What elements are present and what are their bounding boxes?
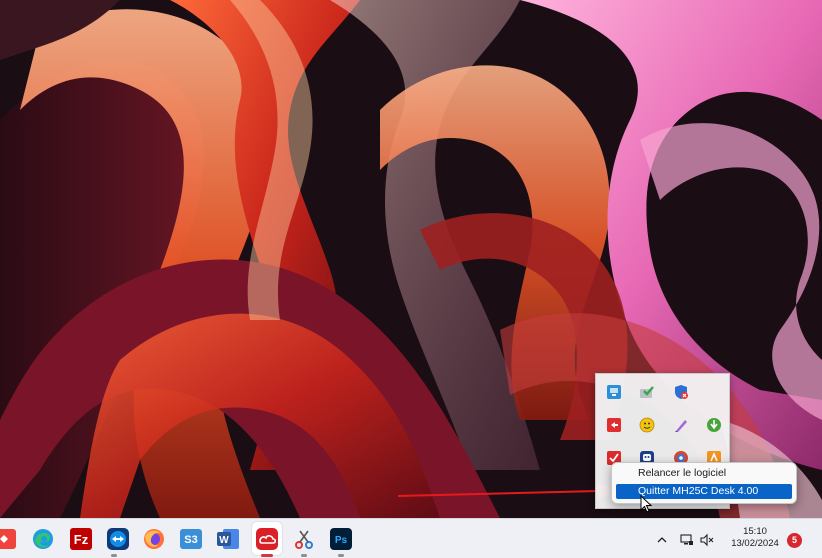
teamviewer-icon[interactable]	[106, 527, 130, 551]
yellow-smiley-icon[interactable]	[639, 417, 655, 433]
purple-pen-icon[interactable]	[673, 417, 689, 433]
firefox-icon[interactable]	[142, 527, 166, 551]
volume-muted-icon[interactable]	[700, 533, 714, 547]
shield-alert-icon[interactable]	[673, 384, 689, 400]
photoshop-icon[interactable]: Ps	[329, 527, 353, 551]
mouse-cursor-icon	[640, 495, 653, 513]
creative-cloud-icon[interactable]	[255, 527, 279, 551]
clock-time: 15:10	[743, 526, 767, 537]
taskbar-clock[interactable]: 15:10 13/02/2024	[722, 526, 788, 550]
notification-badge[interactable]: 5	[787, 533, 802, 548]
s3-app-icon[interactable]: S3	[179, 527, 203, 551]
tray-context-menu: Relancer le logiciel Quitter MH25C Desk …	[611, 462, 797, 504]
word-logo-text: W	[219, 535, 229, 546]
edge-icon[interactable]	[31, 527, 55, 551]
running-indicator	[338, 554, 344, 557]
anydesk-icon[interactable]	[0, 527, 16, 551]
active-indicator	[261, 554, 273, 557]
network-icon[interactable]	[680, 533, 694, 547]
red-arrow-app-icon[interactable]	[606, 417, 622, 433]
torrent-icon[interactable]	[706, 417, 722, 433]
chevron-up-icon[interactable]	[655, 533, 669, 547]
annotation-arrow	[398, 483, 626, 499]
word-icon[interactable]: W	[216, 527, 240, 551]
menu-item-restart-software[interactable]: Relancer le logiciel	[616, 466, 792, 481]
filezilla-logo-text: Fz	[74, 532, 89, 547]
filezilla-icon[interactable]: Fz	[69, 527, 93, 551]
s3-logo-text: S3	[184, 534, 197, 546]
running-indicator	[301, 554, 307, 557]
snipping-tool-icon[interactable]	[292, 527, 316, 551]
network-app-icon[interactable]	[606, 384, 622, 400]
clock-date: 13/02/2024	[731, 538, 779, 549]
green-check-icon[interactable]	[639, 384, 655, 400]
photoshop-logo-text: Ps	[335, 535, 348, 546]
taskbar: Fz S3 W Ps	[0, 518, 822, 558]
running-indicator	[111, 554, 117, 557]
